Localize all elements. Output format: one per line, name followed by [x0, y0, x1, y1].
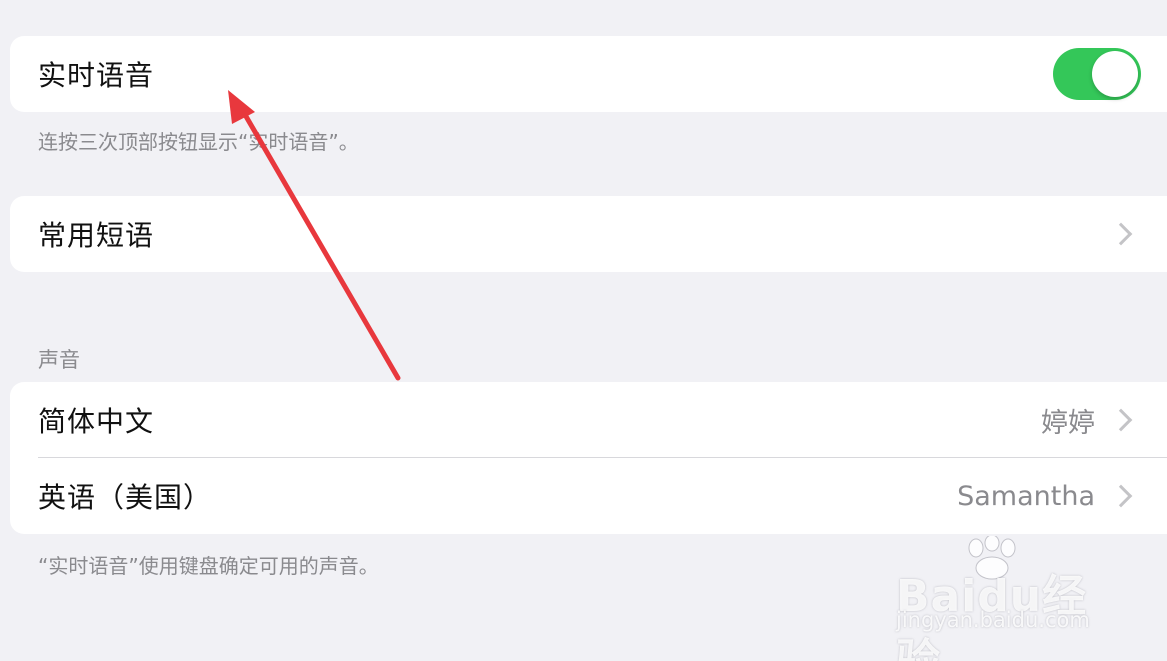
voice-english-label: 英语（美国） [38, 481, 213, 514]
live-speech-row[interactable]: 实时语音 [10, 36, 1167, 112]
voice-chinese-label: 简体中文 [38, 405, 155, 438]
voice-chinese-value: 婷婷 [1041, 407, 1095, 439]
favourite-phrases-label: 常用短语 [38, 219, 155, 252]
live-speech-footnote: 连按三次顶部按钮显示“实时语音”。 [38, 130, 359, 154]
live-speech-label: 实时语音 [38, 59, 155, 92]
chevron-right-icon [1109, 408, 1133, 432]
voices-footnote: “实时语音”使用键盘确定可用的声音。 [38, 554, 379, 578]
voices-section-header: 声音 [38, 348, 80, 372]
voice-row-english[interactable]: 英语（美国） Samantha [10, 458, 1167, 534]
voices-group: 简体中文 婷婷 英语（美国） Samantha [10, 382, 1167, 534]
watermark-url: jingyan.baidu.com [896, 608, 1090, 632]
toggle-knob [1092, 51, 1138, 97]
voice-english-value: Samantha [957, 480, 1095, 512]
favourite-phrases-row[interactable]: 常用短语 [10, 196, 1167, 272]
live-speech-group: 实时语音 [10, 36, 1167, 112]
chevron-right-icon [1109, 484, 1133, 508]
baidu-watermark: Baidu经验 jingyan.baidu.com [892, 536, 1122, 661]
live-speech-toggle[interactable] [1053, 48, 1141, 100]
chevron-right-icon [1109, 222, 1133, 246]
favourite-phrases-group: 常用短语 [10, 196, 1167, 272]
voice-row-chinese[interactable]: 简体中文 婷婷 [10, 382, 1167, 458]
